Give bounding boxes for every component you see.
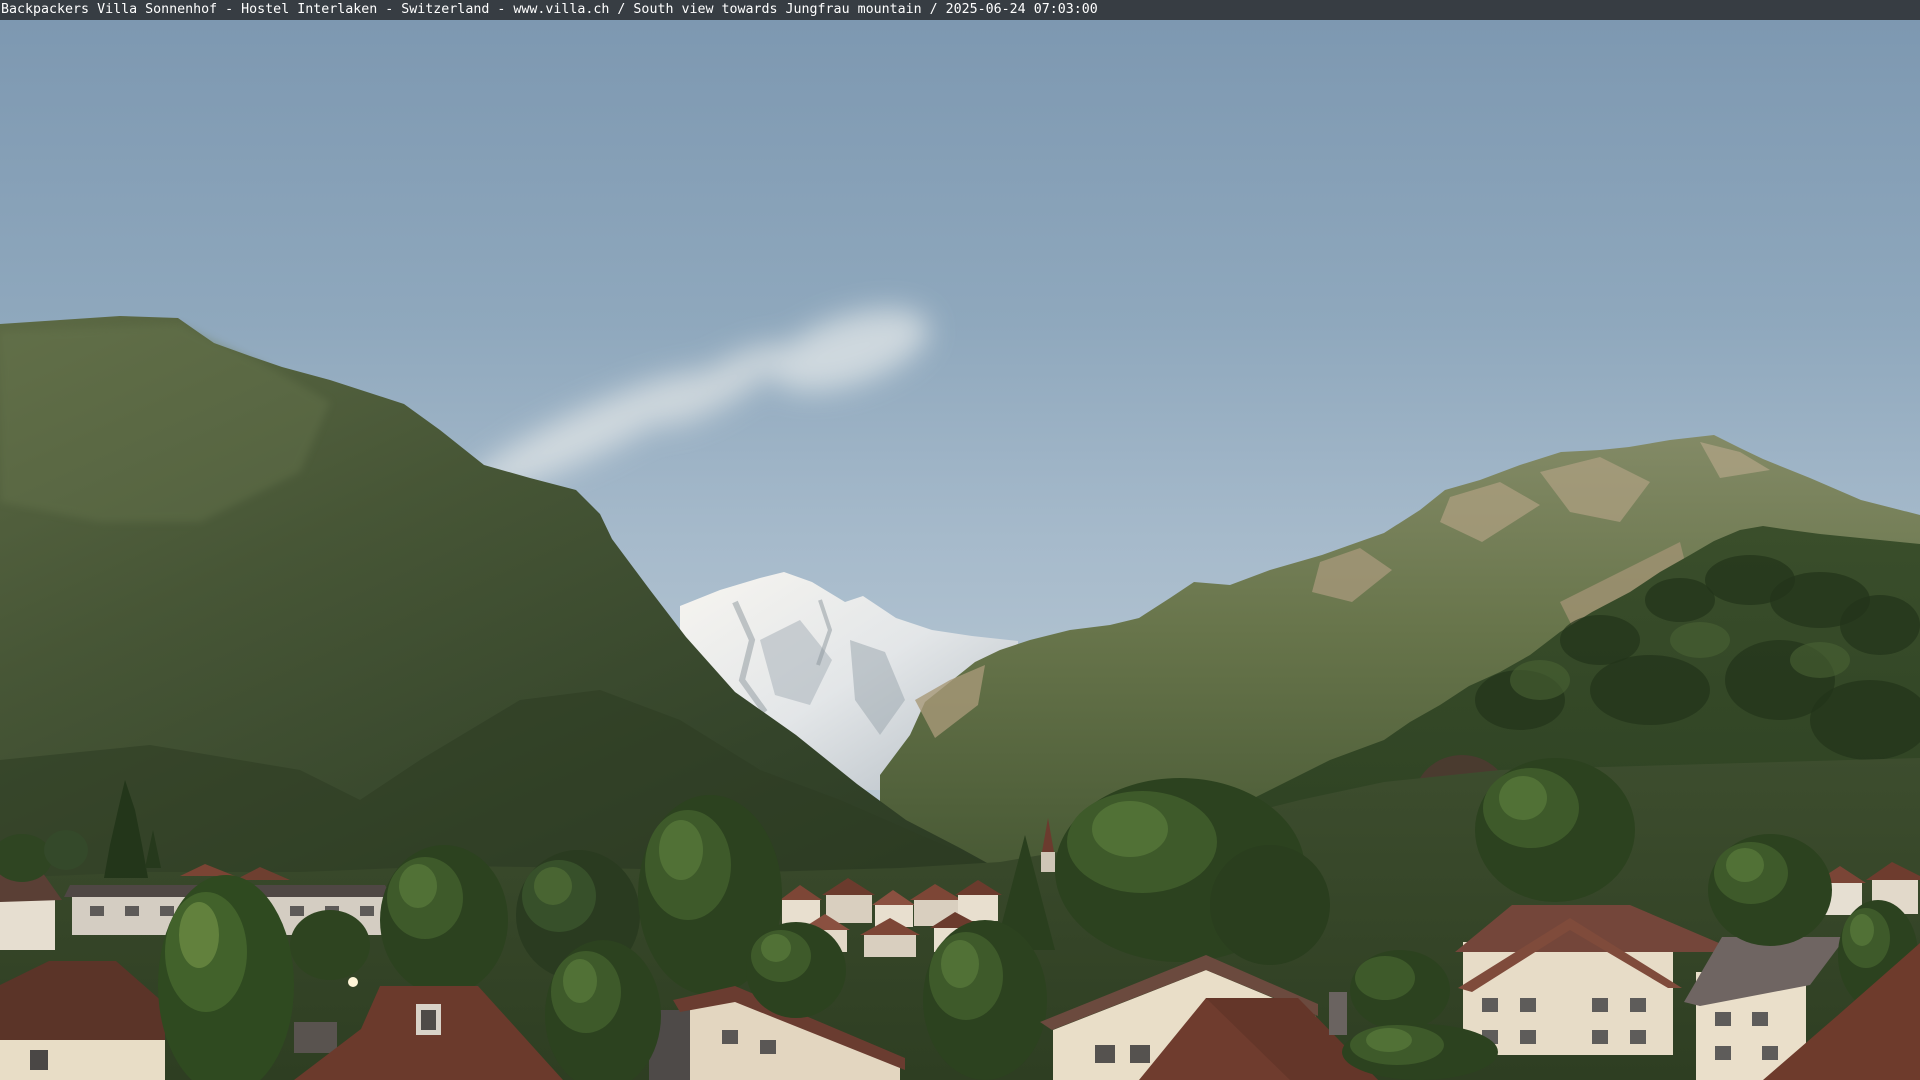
tree xyxy=(1475,758,1635,902)
house-wall xyxy=(826,895,872,923)
webcam-scene xyxy=(0,0,1920,1080)
window xyxy=(1095,1045,1115,1063)
window xyxy=(290,906,304,916)
tree-crown-light xyxy=(1670,622,1730,658)
window xyxy=(90,906,104,916)
tree-crown-highlight xyxy=(399,864,437,908)
tree-crown-highlight xyxy=(1366,1028,1412,1052)
tree xyxy=(1342,1024,1498,1080)
window xyxy=(760,1040,776,1054)
tree-crown-shadow xyxy=(1840,595,1920,655)
window-pane xyxy=(421,1010,436,1030)
tree-crown xyxy=(1210,845,1330,965)
tree xyxy=(380,845,508,995)
window xyxy=(1520,1030,1536,1044)
webcam-caption: Backpackers Villa Sonnenhof - Hostel Int… xyxy=(1,2,1098,17)
tree-crown-mid xyxy=(1355,956,1415,1000)
house-roof xyxy=(294,1022,337,1053)
tree xyxy=(1350,950,1450,1030)
tree-crown-highlight xyxy=(1499,776,1547,820)
window xyxy=(360,906,374,916)
tree-crown-highlight xyxy=(563,959,597,1003)
window xyxy=(1592,998,1608,1012)
church-tower xyxy=(1041,852,1055,872)
window xyxy=(1762,1046,1778,1060)
tree-crown-light xyxy=(1510,660,1570,700)
window xyxy=(1752,1012,1768,1026)
tree xyxy=(923,920,1047,1080)
window xyxy=(125,906,139,916)
house-wall xyxy=(864,935,916,957)
tree-crown xyxy=(290,910,370,980)
tree-crown-highlight xyxy=(659,820,703,880)
chimney xyxy=(1329,992,1347,1035)
tree xyxy=(290,910,370,980)
tree-crown-highlight xyxy=(534,867,572,905)
tree-crown-light xyxy=(1790,642,1850,678)
house-wall xyxy=(782,900,820,924)
house-wall xyxy=(0,898,55,950)
window xyxy=(160,906,174,916)
tree-crown-shadow xyxy=(1645,578,1715,622)
window xyxy=(1482,998,1498,1012)
tree-crown-highlight xyxy=(761,934,791,962)
window xyxy=(1715,1046,1731,1060)
house-wall xyxy=(0,1040,165,1080)
window xyxy=(1630,1030,1646,1044)
tree-crown-shadow xyxy=(1590,655,1710,725)
window xyxy=(30,1050,48,1070)
window xyxy=(1520,998,1536,1012)
window xyxy=(1715,1012,1731,1026)
window xyxy=(1592,1030,1608,1044)
tree-crown-highlight xyxy=(179,902,219,968)
window xyxy=(1630,998,1646,1012)
tree xyxy=(44,830,88,870)
window xyxy=(1130,1045,1150,1063)
window xyxy=(722,1030,738,1044)
tree-crown-highlight xyxy=(1726,848,1764,882)
tree xyxy=(746,922,846,1018)
tree-crown-highlight xyxy=(941,940,979,988)
caption-bar: Backpackers Villa Sonnenhof - Hostel Int… xyxy=(0,0,1920,20)
tree-crown-highlight xyxy=(1850,914,1874,946)
tree xyxy=(1708,834,1832,946)
lamp-light xyxy=(348,977,358,987)
tree-crown-highlight xyxy=(1092,801,1168,857)
